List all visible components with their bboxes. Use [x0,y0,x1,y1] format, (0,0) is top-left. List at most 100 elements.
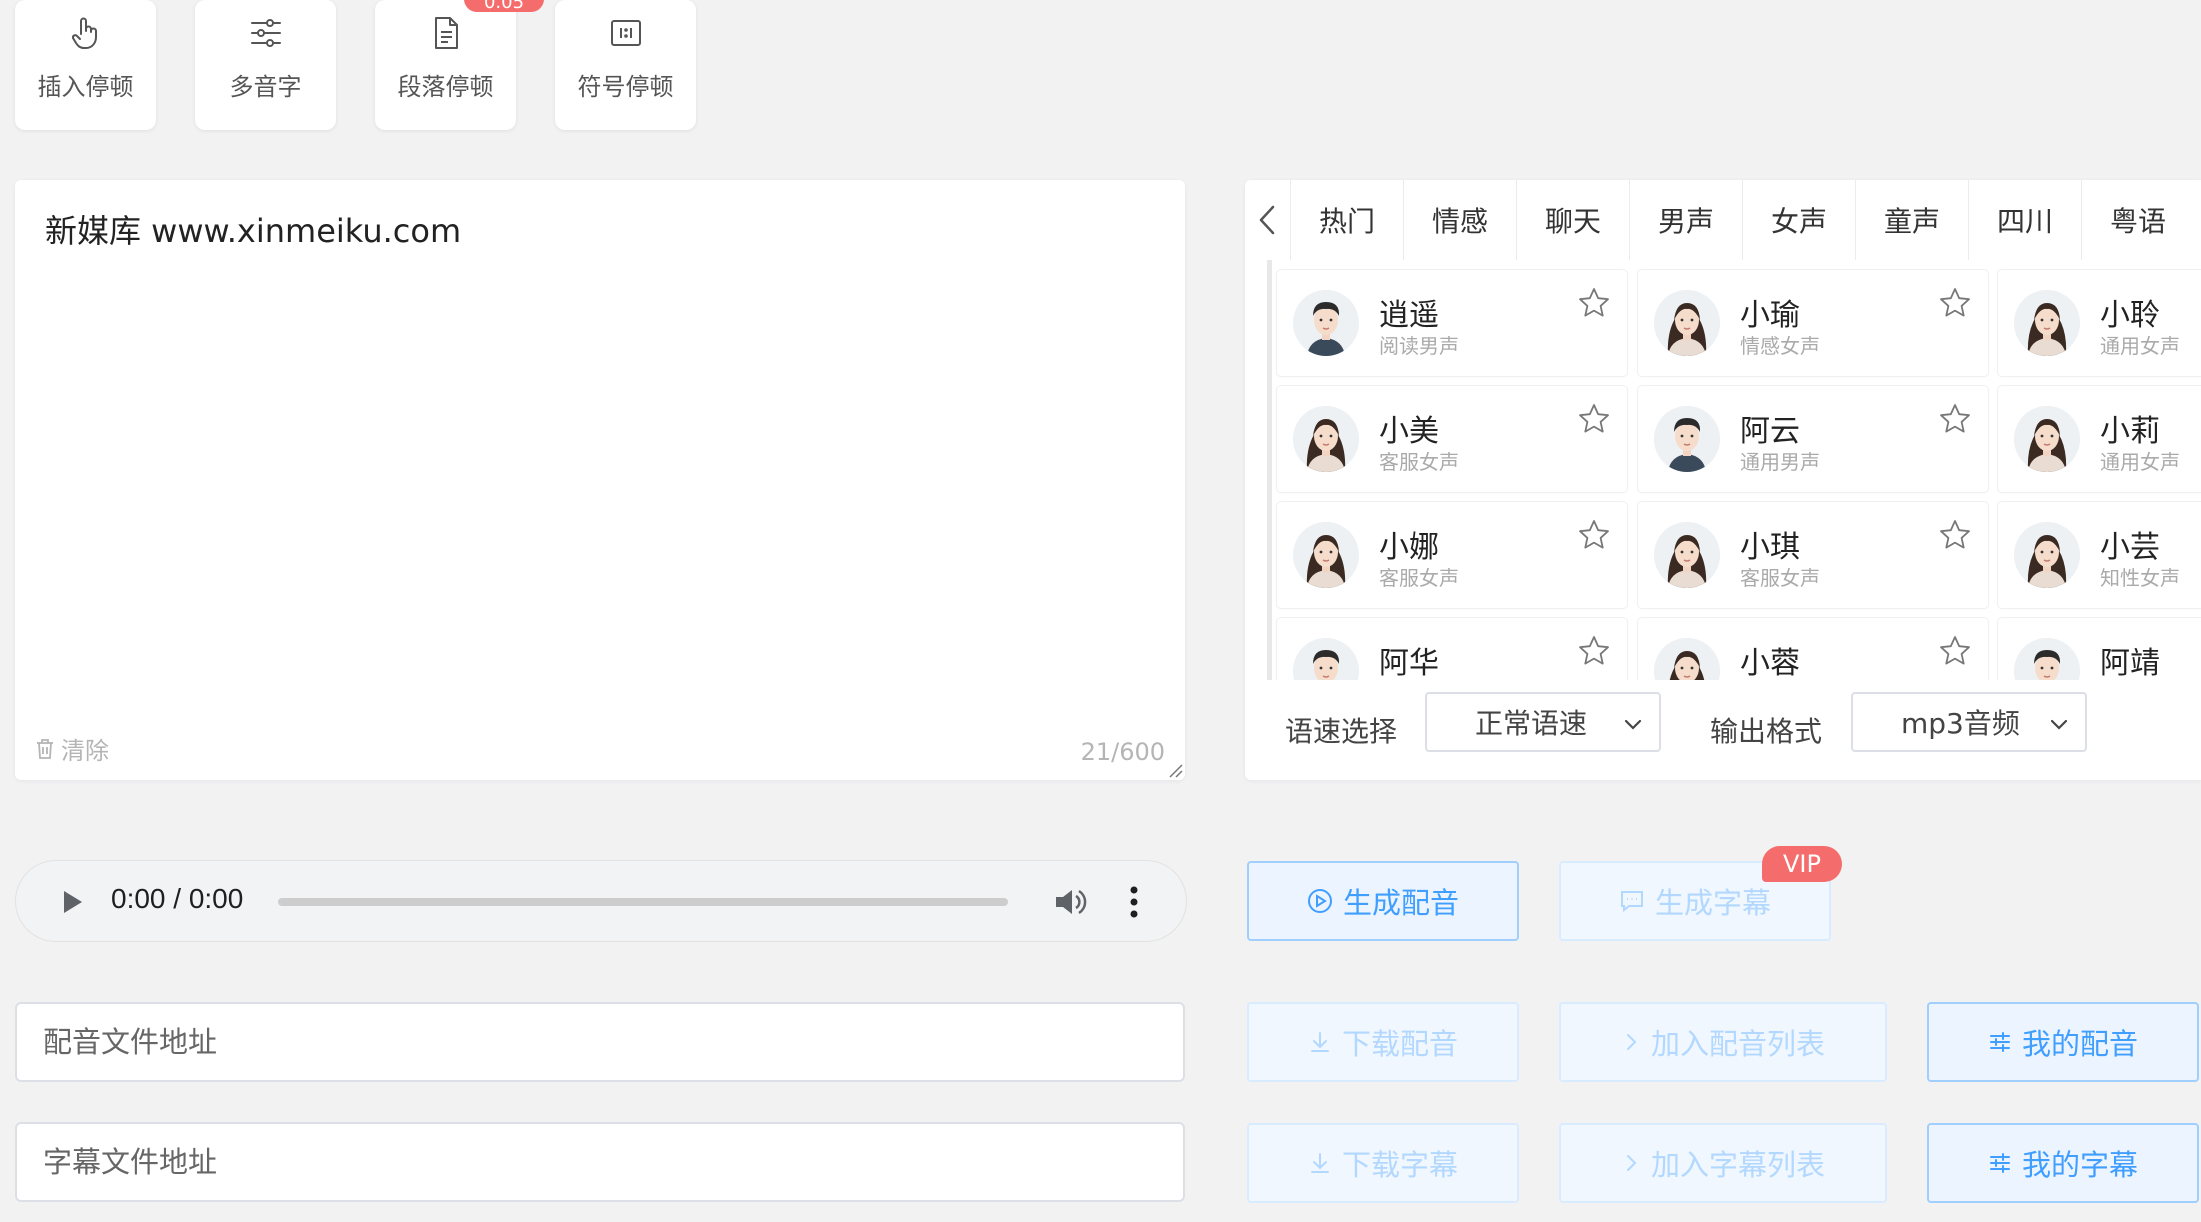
voice-avatar [1654,290,1720,356]
generate-audio-label: 生成配音 [1342,886,1459,920]
voice-name: 阿云 [1740,414,1800,449]
text-editor[interactable]: 新媒库 www.xinmeiku.com 清除 21/600 [15,180,1185,780]
voice-name: 小娜 [1379,530,1439,565]
add-subtitle-list-button[interactable]: 加入字幕列表 [1559,1123,1887,1203]
download-subtitle-label: 下载字幕 [1341,1148,1458,1182]
player-progress-bar[interactable] [278,898,1008,906]
speed-select[interactable]: 正常语速 [1425,692,1661,752]
tab-chat[interactable]: 聊天 [1516,180,1629,260]
my-subtitle-label: 我的字幕 [2021,1148,2138,1182]
tool-insert-pause[interactable]: 插入停顿 [15,0,156,130]
voice-description: 通用女声 [2100,450,2180,474]
voice-card[interactable]: 小娜 客服女声 [1277,502,1627,608]
generate-audio-button[interactable]: 生成配音 [1247,861,1519,941]
voice-name: 阿华 [1379,646,1439,680]
tool-label: 多音字 [229,73,302,101]
voice-description: 知性女声 [2100,566,2180,590]
format-select[interactable]: mp3音频 [1851,692,2087,752]
tab-female[interactable]: 女声 [1742,180,1855,260]
audio-player: 0:00 / 0:00 [15,860,1187,942]
my-audio-button[interactable]: 我的配音 [1927,1002,2199,1082]
chevron-left-icon [1259,205,1274,235]
download-icon [1310,1153,1329,1173]
tool-polyphone[interactable]: 多音字 [195,0,336,130]
player-time: 0:00 / 0:00 [111,883,244,914]
generate-subtitle-label: 生成字幕 [1654,886,1771,920]
download-audio-label: 下载配音 [1341,1027,1458,1061]
download-audio-button[interactable]: 下载配音 [1247,1002,1519,1082]
voice-card[interactable]: 小蓉 [1638,618,1988,680]
tab-male[interactable]: 男声 [1629,180,1742,260]
voice-description: 客服女声 [1740,566,1820,590]
favorite-star-icon[interactable] [1577,634,1611,668]
volume-icon[interactable] [1051,883,1089,921]
chevron-down-icon [2050,719,2068,730]
pointer-hand-icon [71,17,97,49]
voice-grid: 逍遥 阅读男声 小瑜 情感女声 小聆 通用女声 小美 客服女声 阿云 通用男声 … [1267,260,2201,680]
play-icon[interactable] [56,886,88,918]
tab-child[interactable]: 童声 [1855,180,1968,260]
sliders-icon [250,19,281,47]
voice-card[interactable]: 阿靖 [1998,618,2201,680]
voice-card[interactable]: 小莉 通用女声 [1998,386,2201,492]
voice-avatar [1293,290,1359,356]
favorite-star-icon[interactable] [1938,286,1972,320]
favorite-star-icon[interactable] [1577,518,1611,552]
voice-card[interactable]: 小聆 通用女声 [1998,270,2201,376]
clear-button[interactable]: 清除 [35,731,109,766]
chevron-right-icon [1626,1155,1637,1171]
audio-url-field[interactable] [15,1002,1185,1082]
more-options-icon[interactable] [1124,883,1144,921]
tool-label: 符号停顿 [577,73,674,101]
favorite-star-icon[interactable] [1938,402,1972,436]
voice-card[interactable]: 逍遥 阅读男声 [1277,270,1627,376]
speed-value: 正常语速 [1475,707,1588,740]
download-subtitle-button[interactable]: 下载字幕 [1247,1123,1519,1203]
voice-description: 客服女声 [1379,450,1459,474]
favorite-star-icon[interactable] [1938,518,1972,552]
voice-category-tabs: 热门 情感 聊天 男声 女声 童声 四川 粤语 [1245,180,2201,260]
tool-badge: 0.05 [464,0,544,12]
voice-avatar [1293,406,1359,472]
tab-hot[interactable]: 热门 [1290,180,1403,260]
tool-symbol-pause[interactable]: 符号停顿 [555,0,696,130]
favorite-star-icon[interactable] [1577,402,1611,436]
voice-card[interactable]: 小琪 客服女声 [1638,502,1988,608]
tool-label: 插入停顿 [37,73,134,101]
download-icon [1310,1032,1329,1052]
voice-card[interactable]: 小芸 知性女声 [1998,502,2201,608]
chevron-right-icon [1626,1034,1637,1050]
voice-card[interactable]: 阿云 通用男声 [1638,386,1988,492]
play-circle-icon [1307,889,1332,913]
tab-emotion[interactable]: 情感 [1403,180,1516,260]
voice-name: 阿靖 [2100,646,2160,680]
trash-icon [37,738,53,759]
voice-description: 阅读男声 [1379,334,1459,358]
voice-avatar [1654,406,1720,472]
subtitle-url-field[interactable] [15,1122,1185,1202]
voice-card[interactable]: 小美 客服女声 [1277,386,1627,492]
resize-handle-icon[interactable] [1167,762,1183,778]
favorite-star-icon[interactable] [1577,286,1611,320]
voice-avatar [1654,638,1720,680]
format-label: 输出格式 [1710,715,1823,748]
voice-card[interactable]: 阿华 [1277,618,1627,680]
tab-cantonese[interactable]: 粤语 [2081,180,2194,260]
editor-content[interactable]: 新媒库 www.xinmeiku.com [45,206,461,252]
my-subtitle-button[interactable]: 我的字幕 [1927,1123,2199,1203]
add-audio-list-button[interactable]: 加入配音列表 [1559,1002,1887,1082]
voice-card[interactable]: 小瑜 情感女声 [1638,270,1988,376]
favorite-star-icon[interactable] [1938,634,1972,668]
chevron-down-icon [1624,719,1642,730]
tabs-prev-button[interactable] [1245,180,1290,260]
symbol-pause-icon [610,20,641,46]
voice-avatar [2014,638,2080,680]
voice-avatar [2014,522,2080,588]
document-icon [434,17,458,49]
voice-name: 小聆 [2100,298,2160,333]
voice-name: 小瑜 [1740,298,1800,333]
chat-bubble-icon [1620,891,1643,913]
voice-avatar [2014,406,2080,472]
tool-paragraph-pause[interactable]: 0.05 段落停顿 [375,0,544,130]
tab-sichuan[interactable]: 四川 [1968,180,2081,260]
